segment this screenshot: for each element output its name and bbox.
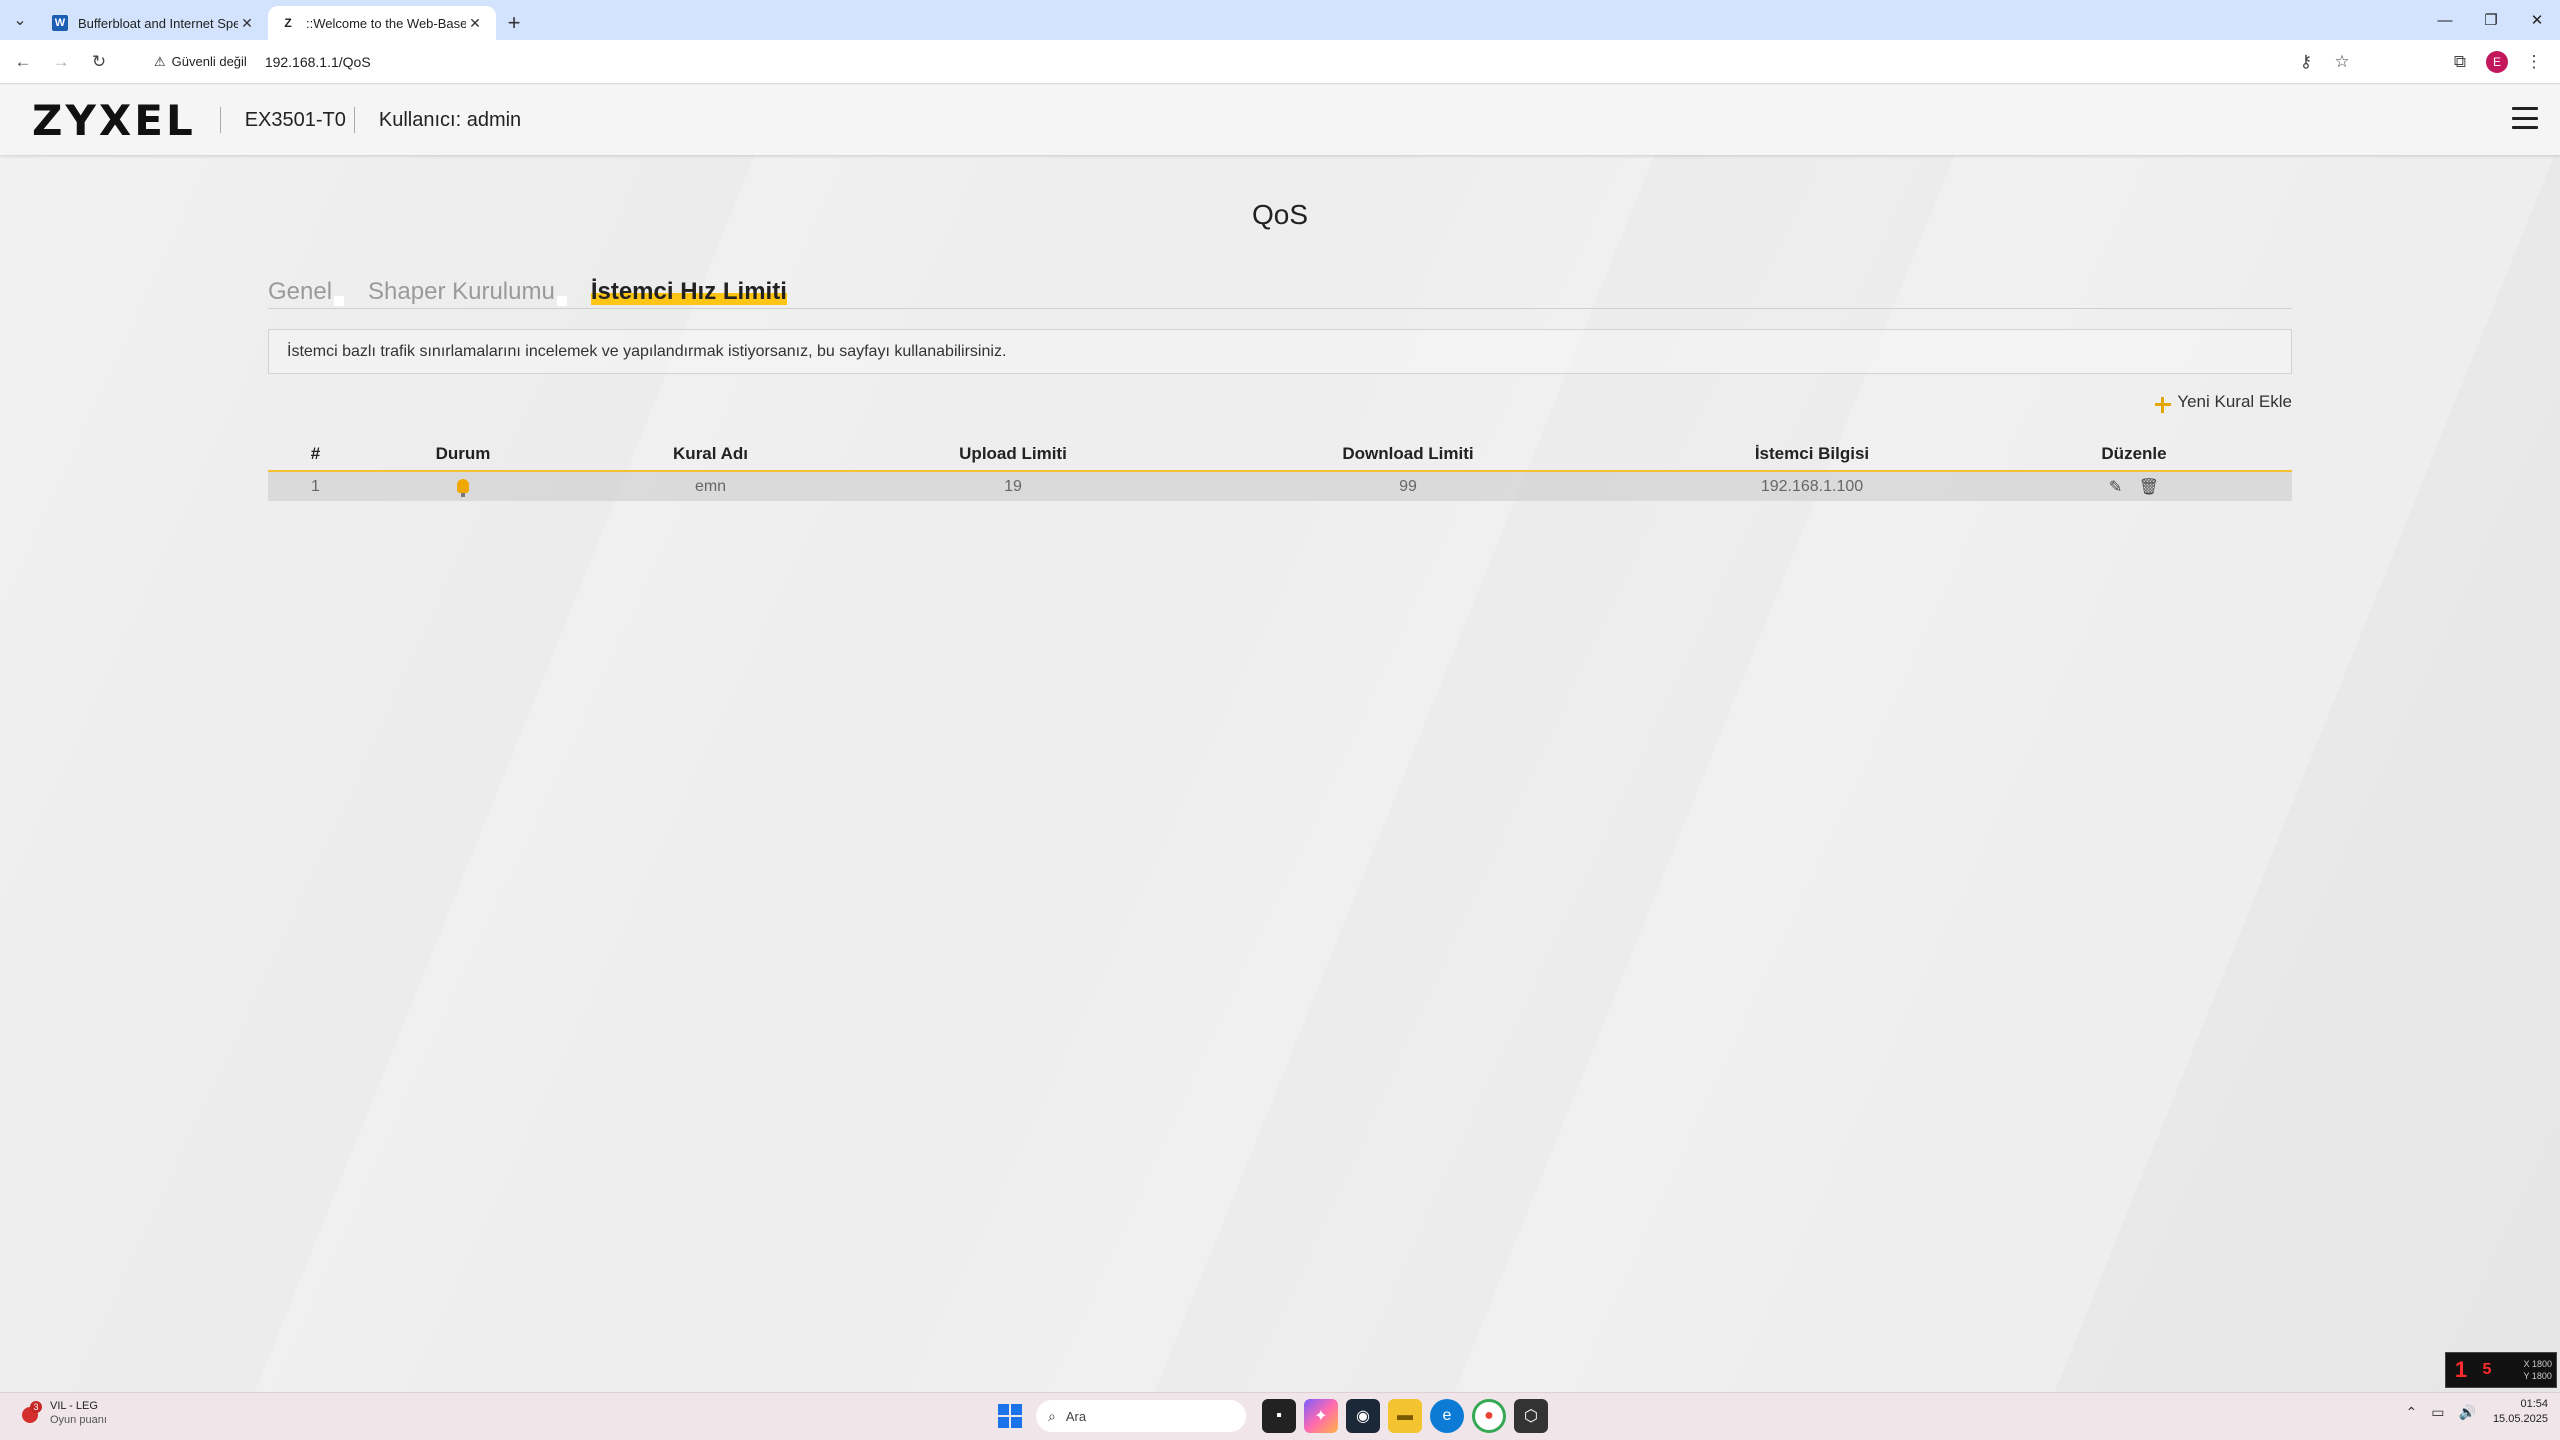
col-edit: Düzenle bbox=[1976, 437, 2292, 472]
steam-icon[interactable]: ◉ bbox=[1346, 1399, 1380, 1433]
tab-title: ::Welcome to the Web-Based C bbox=[306, 15, 466, 31]
copilot-icon[interactable]: ✦ bbox=[1304, 1399, 1338, 1433]
time: 01:54 bbox=[2520, 1398, 2548, 1410]
browser-tabbar: ⌄ W Bufferbloat and Internet Speed ✕ Z :… bbox=[0, 0, 2560, 40]
tab-search-button[interactable]: ⌄ bbox=[0, 0, 40, 40]
cell-upload: 19 bbox=[858, 471, 1168, 501]
tab-shaper-kurulumu[interactable]: Shaper Kurulumu bbox=[368, 278, 567, 308]
edge-icon[interactable]: e bbox=[1430, 1399, 1464, 1433]
overlay-number: 5 bbox=[2482, 1361, 2492, 1378]
tab-istemci-hiz-limiti[interactable]: İstemci Hız Limiti bbox=[590, 278, 787, 308]
close-tab-icon[interactable]: ✕ bbox=[238, 15, 256, 32]
extensions-icon[interactable]: ⧉ bbox=[2442, 47, 2478, 77]
file-explorer-icon[interactable]: ▬ bbox=[1388, 1399, 1422, 1433]
cell-status bbox=[363, 471, 563, 501]
reload-icon[interactable]: ↻ bbox=[84, 47, 114, 77]
address-bar[interactable]: ⚠ Güvenli değil 192.168.1.1/QoS ⚷ ☆ bbox=[138, 45, 2368, 78]
taskbar-apps: ⌕ Ara ▪ ✦ ◉ ▬ e ● ⬡ bbox=[998, 1399, 1552, 1433]
device-model: EX3501-T0 bbox=[244, 108, 346, 131]
url-text[interactable]: 192.168.1.1/QoS bbox=[265, 54, 371, 70]
volume-icon[interactable]: 🔊 bbox=[2459, 1404, 2476, 1421]
hamburger-menu-icon[interactable] bbox=[2512, 107, 2538, 129]
chevron-up-icon[interactable]: ⌃ bbox=[2406, 1404, 2418, 1421]
close-window-icon[interactable]: ✕ bbox=[2514, 0, 2560, 40]
bookmark-star-icon[interactable]: ☆ bbox=[2324, 47, 2360, 77]
security-label: Güvenli değil bbox=[171, 54, 247, 69]
new-tab-button[interactable]: + bbox=[496, 6, 532, 40]
overlay-coords: X 1800 Y 1800 bbox=[2523, 1359, 2552, 1381]
overlay-number: 1 bbox=[2454, 1357, 2468, 1382]
tab-title: Bufferbloat and Internet Speed bbox=[78, 15, 238, 31]
back-arrow-icon[interactable]: ← bbox=[8, 47, 38, 77]
security-indicator[interactable]: ⚠ Güvenli değil bbox=[146, 52, 255, 72]
task-view-icon[interactable]: ▪ bbox=[1262, 1399, 1296, 1433]
info-box: İstemci bazlı trafik sınırlamalarını inc… bbox=[268, 329, 2292, 374]
tab-favicon: Z bbox=[284, 16, 292, 30]
system-tray: ⌃ ▭ 🔊 01:54 15.05.2025 bbox=[2399, 1397, 2548, 1427]
menu-kebab-icon[interactable]: ⋮ bbox=[2516, 47, 2552, 77]
cell-index: 1 bbox=[268, 471, 363, 501]
restore-icon[interactable]: ❐ bbox=[2468, 0, 2514, 40]
weather-widget[interactable]: 3 VIL - LEG Oyun puanı bbox=[18, 1399, 107, 1427]
fps-overlay: 1 5 X 1800 Y 1800 bbox=[2445, 1352, 2557, 1388]
col-rule-name: Kural Adı bbox=[563, 437, 858, 472]
taskbar: 3 VIL - LEG Oyun puanı ⌕ Ara ▪ ✦ ◉ ▬ e ●… bbox=[0, 1392, 2560, 1440]
info-text: İstemci bazlı trafik sınırlamalarını inc… bbox=[287, 342, 1007, 360]
window-controls: — ❐ ✕ bbox=[2422, 0, 2560, 40]
edit-icon[interactable]: ✎ bbox=[2109, 477, 2122, 497]
trash-icon[interactable]: 🗑 bbox=[2139, 477, 2159, 497]
table-header-row: # Durum Kural Adı Upload Limiti Download… bbox=[268, 437, 2292, 472]
notification-badge: 3 bbox=[30, 1401, 42, 1413]
game-score-icon: 3 bbox=[18, 1401, 42, 1425]
router-header: ZYXEL EX3501-T0 Kullanıcı: admin bbox=[0, 85, 2560, 155]
widget-subtitle: Oyun puanı bbox=[50, 1414, 107, 1426]
cell-download: 99 bbox=[1168, 471, 1648, 501]
cell-actions: ✎ 🗑 bbox=[1976, 471, 2292, 501]
col-status: Durum bbox=[363, 437, 563, 472]
network-icon[interactable]: ▭ bbox=[2431, 1404, 2444, 1421]
browser-tab-zyxel[interactable]: Z ::Welcome to the Web-Based C ✕ bbox=[268, 6, 496, 40]
password-key-icon[interactable]: ⚷ bbox=[2288, 47, 2324, 77]
windows-start-icon[interactable] bbox=[998, 1404, 1022, 1428]
tab-genel[interactable]: Genel bbox=[268, 278, 345, 308]
profile-avatar[interactable]: E bbox=[2486, 50, 2508, 73]
table-row: 1 emn 19 99 192.168.1.100 ✎ 🗑 bbox=[268, 471, 2292, 501]
widget-title: VIL - LEG bbox=[50, 1400, 98, 1412]
divider bbox=[219, 107, 221, 133]
col-upload: Upload Limiti bbox=[858, 437, 1168, 472]
cell-client: 192.168.1.100 bbox=[1648, 471, 1976, 501]
clock[interactable]: 01:54 15.05.2025 bbox=[2493, 1397, 2548, 1427]
plus-icon bbox=[2153, 395, 2173, 415]
bulb-icon[interactable] bbox=[457, 479, 469, 497]
rules-table: # Durum Kural Adı Upload Limiti Download… bbox=[268, 437, 2292, 501]
browser-toolbar: ← → ↻ ⚠ Güvenli değil 192.168.1.1/QoS ⚷ … bbox=[0, 40, 2560, 84]
qos-tabs: Genel Shaper Kurulumu İstemci Hız Limiti bbox=[268, 278, 2292, 309]
col-client: İstemci Bilgisi bbox=[1648, 437, 1976, 472]
add-rule-label: Yeni Kural Ekle bbox=[2177, 392, 2292, 411]
browser-tab-bufferbloat[interactable]: W Bufferbloat and Internet Speed ✕ bbox=[40, 6, 268, 40]
add-rule-button[interactable]: Yeni Kural Ekle bbox=[2153, 392, 2292, 415]
toolbar-actions: ⚷ ☆ bbox=[2288, 47, 2360, 77]
search-icon: ⌕ bbox=[1048, 1407, 1056, 1424]
search-placeholder: Ara bbox=[1065, 1408, 1087, 1424]
divider bbox=[353, 107, 355, 133]
minimize-icon[interactable]: — bbox=[2422, 0, 2468, 40]
warning-icon: ⚠ bbox=[154, 53, 166, 69]
chrome-icon[interactable]: ● bbox=[1472, 1399, 1506, 1433]
date: 15.05.2025 bbox=[2492, 1413, 2548, 1425]
col-index: # bbox=[268, 437, 363, 472]
cell-rule-name: emn bbox=[563, 471, 858, 501]
forward-arrow-icon[interactable]: → bbox=[46, 47, 76, 77]
user-label: Kullanıcı: admin bbox=[378, 108, 522, 131]
zyxel-logo: ZYXEL bbox=[32, 95, 196, 145]
col-download: Download Limiti bbox=[1168, 437, 1648, 472]
page-title: QoS bbox=[1251, 199, 1309, 230]
tab-favicon: W bbox=[52, 15, 68, 31]
browser-actions: ⧉ E ⋮ bbox=[2442, 47, 2552, 77]
close-tab-icon[interactable]: ✕ bbox=[466, 15, 484, 32]
taskbar-search[interactable]: ⌕ Ara bbox=[1036, 1400, 1246, 1432]
app-cube-icon[interactable]: ⬡ bbox=[1514, 1399, 1548, 1433]
router-page: ZYXEL EX3501-T0 Kullanıcı: admin QoS Gen… bbox=[0, 85, 2560, 1392]
